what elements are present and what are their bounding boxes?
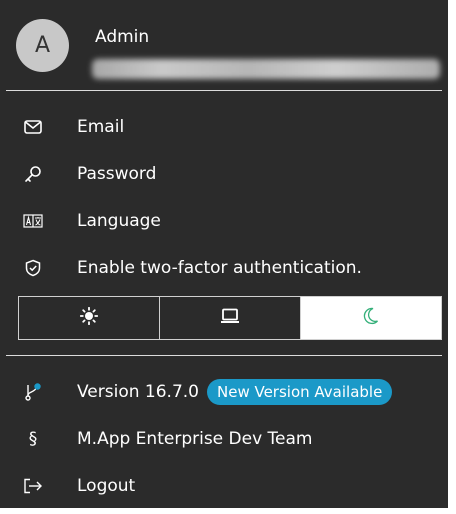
divider [6,355,442,356]
menu-item-label: Enable two-factor authentication. [77,257,362,278]
update-badge[interactable]: New Version Available [207,378,393,405]
moon-icon [363,307,379,329]
menu-item-label: Version 16.7.0 New Version Available [77,378,393,405]
section-sign-icon: § [28,428,38,449]
sun-icon [79,306,99,329]
theme-light-button[interactable] [19,297,160,339]
theme-system-button[interactable] [160,297,301,339]
user-header: A Admin [0,0,448,90]
menu-item-team[interactable]: § M.App Enterprise Dev Team [0,415,448,462]
user-name: Admin [95,27,150,47]
menu-item-language[interactable]: Language [0,197,448,244]
user-menu: A Admin Email Password Language Enable t… [0,0,448,508]
laptop-icon [220,308,240,328]
menu-item-password[interactable]: Password [0,150,448,197]
menu-item-email[interactable]: Email [0,103,448,150]
avatar[interactable]: A [16,19,69,72]
divider [6,90,442,91]
menu-item-label: Logout [77,475,136,496]
menu-item-label: Password [77,163,157,184]
menu-item-version[interactable]: Version 16.7.0 New Version Available [0,368,448,415]
shield-check-icon [23,258,43,278]
menu-item-two-factor[interactable]: Enable two-factor authentication. [0,244,448,291]
envelope-icon [23,117,43,137]
user-email-redacted [92,59,440,79]
menu-item-label: M.App Enterprise Dev Team [77,428,313,449]
theme-dark-button[interactable] [301,297,441,339]
version-text: Version 16.7.0 [77,381,199,402]
menu-item-logout[interactable]: Logout [0,462,448,509]
menu-item-label: Email [77,116,125,137]
translate-icon [23,211,43,231]
logout-icon [23,476,43,496]
git-branch-icon [23,382,43,402]
menu-item-label: Language [77,210,161,231]
key-icon [23,164,43,184]
theme-switcher [18,296,442,340]
